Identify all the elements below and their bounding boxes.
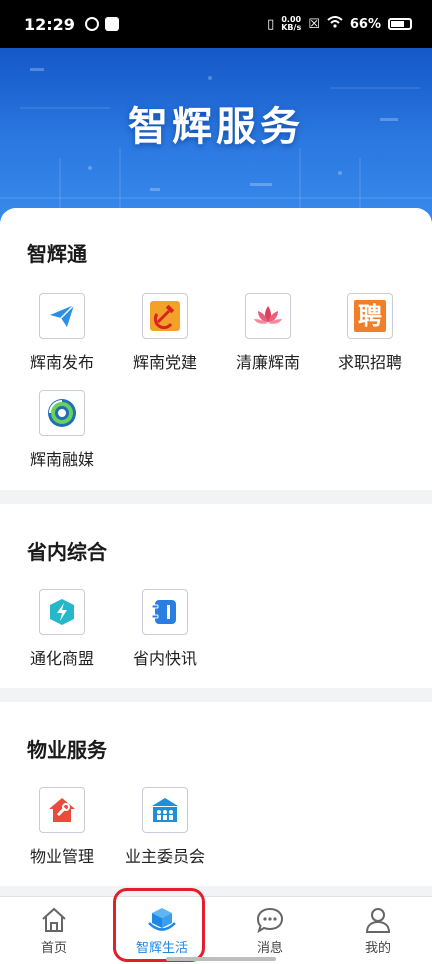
net-speed: 0.00 KB/s (281, 16, 301, 32)
home-icon (0, 905, 108, 935)
tab-label: 我的 (364, 941, 391, 956)
battery-icon (388, 18, 412, 30)
service-label: 通化商盟 (29, 649, 94, 668)
bottom-tab-bar: 首页 智辉生活 消息 我的 (0, 896, 432, 964)
net-speed-unit: KB/s (281, 23, 302, 32)
tab-messages[interactable]: 消息 (216, 897, 324, 964)
section-title: 智辉通 (27, 242, 87, 266)
service-owners-committee[interactable]: 业主委员会 (115, 787, 215, 867)
service-label: 辉南融媒 (29, 450, 94, 469)
service-label: 清廉辉南 (235, 353, 300, 372)
service-provincial-news[interactable]: 省内快讯 (115, 589, 215, 669)
notebook-icon (142, 589, 188, 635)
service-label: 求职招聘 (337, 353, 402, 372)
section-provincial: 省内综合 通化商盟 省内快讯 (0, 504, 432, 688)
banner-title: 智辉服务 (128, 104, 304, 150)
committee-building-icon (142, 787, 188, 833)
service-job-recruit[interactable]: 聘 求职招聘 (320, 293, 420, 373)
service-huinan-party[interactable]: 辉南党建 (115, 293, 215, 373)
service-huinan-release[interactable]: 辉南发布 (12, 293, 112, 373)
app-notification-icon (84, 17, 99, 31)
section-zhihuitong: 智辉通 辉南发布 辉南党建 清廉辉南 聘 求职招聘 辉南融媒 (0, 208, 432, 490)
service-huinan-media[interactable]: 辉南融媒 (12, 390, 112, 470)
person-icon (324, 905, 432, 935)
battery-percent: 66% (349, 16, 381, 32)
section-title: 省内综合 (27, 540, 107, 564)
vibrate-icon: ▯ (267, 16, 275, 32)
paper-plane-icon (39, 293, 85, 339)
service-label: 省内快讯 (132, 649, 197, 668)
message-notification-icon (104, 17, 119, 31)
section-title: 物业服务 (27, 738, 107, 762)
service-label: 业主委员会 (124, 847, 205, 866)
hammer-sickle-icon (142, 293, 188, 339)
active-tab-highlight-box (113, 888, 205, 962)
recruit-glyph-icon: 聘 (347, 293, 393, 339)
tab-home[interactable]: 首页 (0, 897, 108, 964)
status-time: 12:29 (24, 14, 75, 34)
sim-off-icon: ☒ (308, 16, 320, 32)
status-bar: 12:29 ▯ 0.00 KB/s ☒ 66% (0, 0, 432, 48)
section-property: 物业服务 物业管理 业主委员会 (0, 702, 432, 886)
tab-label: 首页 (40, 941, 67, 956)
service-property-management[interactable]: 物业管理 (12, 787, 112, 867)
service-label: 辉南党建 (132, 353, 197, 372)
service-label: 物业管理 (29, 847, 94, 866)
service-clean-huinan[interactable]: 清廉辉南 (218, 293, 318, 373)
service-label: 辉南发布 (29, 353, 94, 372)
tab-mine[interactable]: 我的 (324, 897, 432, 964)
service-tonghua-union[interactable]: 通化商盟 (12, 589, 112, 669)
gesture-home-bar[interactable] (166, 957, 276, 961)
lightning-badge-icon (39, 589, 85, 635)
chat-bubble-icon (216, 905, 324, 935)
tab-label: 消息 (256, 941, 283, 956)
wifi-icon (327, 16, 343, 32)
media-swirl-icon (39, 390, 85, 436)
recruit-glyph: 聘 (354, 300, 386, 332)
lotus-icon (245, 293, 291, 339)
house-wrench-icon (39, 787, 85, 833)
